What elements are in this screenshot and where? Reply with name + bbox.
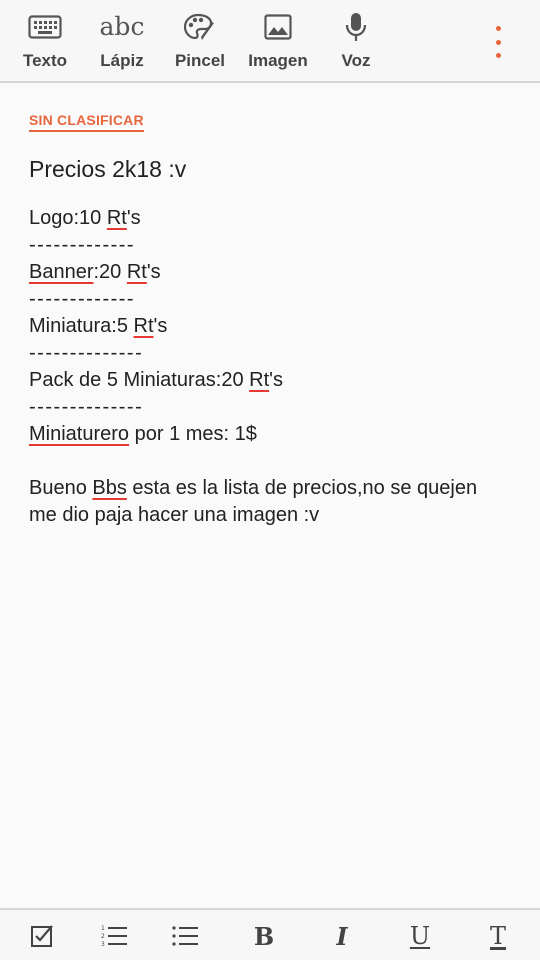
svg-text:2: 2 — [101, 933, 105, 940]
format-toolbar: 123 B I U T — [0, 908, 540, 960]
misspelled-word[interactable]: Banner — [29, 261, 94, 283]
svg-text:1: 1 — [101, 925, 105, 932]
note-line-banner: Banner:20 Rt's — [29, 259, 509, 286]
pincel-tool-button[interactable]: Pincel — [168, 0, 232, 82]
misspelled-word[interactable]: Rt — [107, 207, 127, 229]
misspelled-word[interactable]: Miniaturero — [29, 423, 129, 445]
imagen-label: Imagen — [248, 51, 308, 70]
lapiz-tool-button[interactable]: abc Lápiz — [90, 0, 154, 82]
note-title[interactable]: Precios 2k18 :v — [29, 156, 186, 183]
handwriting-glyph: abc — [99, 12, 145, 41]
lapiz-label: Lápiz — [100, 51, 144, 70]
voz-label: Voz — [341, 51, 371, 70]
text-span: Bueno — [29, 477, 93, 499]
note-line-logo: Logo:10 Rt's — [29, 205, 509, 232]
misspelled-word[interactable]: Rt — [134, 315, 154, 337]
italic-icon[interactable]: I — [322, 918, 362, 954]
separator-line: -------------- — [29, 342, 144, 364]
bold-icon[interactable]: B — [244, 918, 284, 954]
keyboard-icon — [28, 12, 62, 42]
text-span: por 1 mes: 1$ — [129, 423, 257, 445]
more-dot — [495, 39, 501, 45]
separator-line: -------------- — [29, 396, 144, 418]
text-span: 's — [126, 207, 141, 229]
underline-glyph: U — [409, 922, 431, 950]
text-span: 's — [153, 315, 168, 337]
more-dot — [495, 53, 501, 58]
note-line-pack: Pack de 5 Miniaturas:20 Rt's — [29, 367, 509, 394]
note-body[interactable]: Logo:10 Rt's ------------- Banner:20 Rt'… — [29, 205, 509, 529]
misspelled-word[interactable]: Bbs — [92, 477, 126, 499]
note-paragraph: Bueno Bbs esta es la lista de precios,no… — [29, 475, 489, 529]
pincel-label: Pincel — [174, 51, 226, 70]
texto-label: Texto — [22, 51, 68, 70]
more-dot — [495, 26, 501, 31]
note-line-miniatura: Miniatura:5 Rt's — [29, 313, 509, 340]
top-toolbar: Texto abc Lápiz Pincel Imagen Voz — [0, 0, 540, 83]
checkbox-icon[interactable] — [22, 918, 62, 954]
note-line-miniaturero: Miniaturero por 1 mes: 1$ — [29, 421, 509, 448]
svg-text:3: 3 — [101, 941, 105, 947]
text-span: Pack de 5 Miniaturas:20 — [29, 369, 250, 391]
bold-glyph: B — [253, 921, 275, 951]
microphone-icon — [345, 12, 367, 42]
text-span: 's — [146, 261, 161, 283]
text-span: Miniatura:5 — [29, 315, 134, 337]
bullet-list-icon[interactable] — [165, 918, 205, 954]
category-label[interactable]: SIN CLASIFICAR — [29, 112, 144, 132]
numbered-list-icon[interactable]: 123 — [94, 918, 134, 954]
more-vertical-icon[interactable] — [484, 26, 512, 58]
texto-tool-button[interactable]: Texto — [12, 0, 78, 82]
image-icon — [264, 12, 292, 42]
voz-tool-button[interactable]: Voz — [326, 0, 386, 82]
separator-line: ------------- — [29, 234, 136, 256]
italic-glyph: I — [336, 921, 348, 951]
text-span: Logo:10 — [29, 207, 107, 229]
text-style-glyph: T — [489, 922, 506, 950]
text-span: :20 — [93, 261, 127, 283]
handwriting-icon: abc — [100, 12, 145, 42]
text-span: 's — [269, 369, 283, 391]
misspelled-word[interactable]: Rt — [127, 261, 147, 283]
palette-icon — [184, 12, 216, 42]
notes-app: Texto abc Lápiz Pincel Imagen Voz SIN CL… — [0, 0, 540, 960]
misspelled-word[interactable]: Rt — [249, 369, 269, 391]
underline-icon[interactable]: U — [400, 918, 440, 954]
separator-line: ------------- — [29, 288, 136, 310]
imagen-tool-button[interactable]: Imagen — [242, 0, 314, 82]
text-style-icon[interactable]: T — [478, 918, 518, 954]
